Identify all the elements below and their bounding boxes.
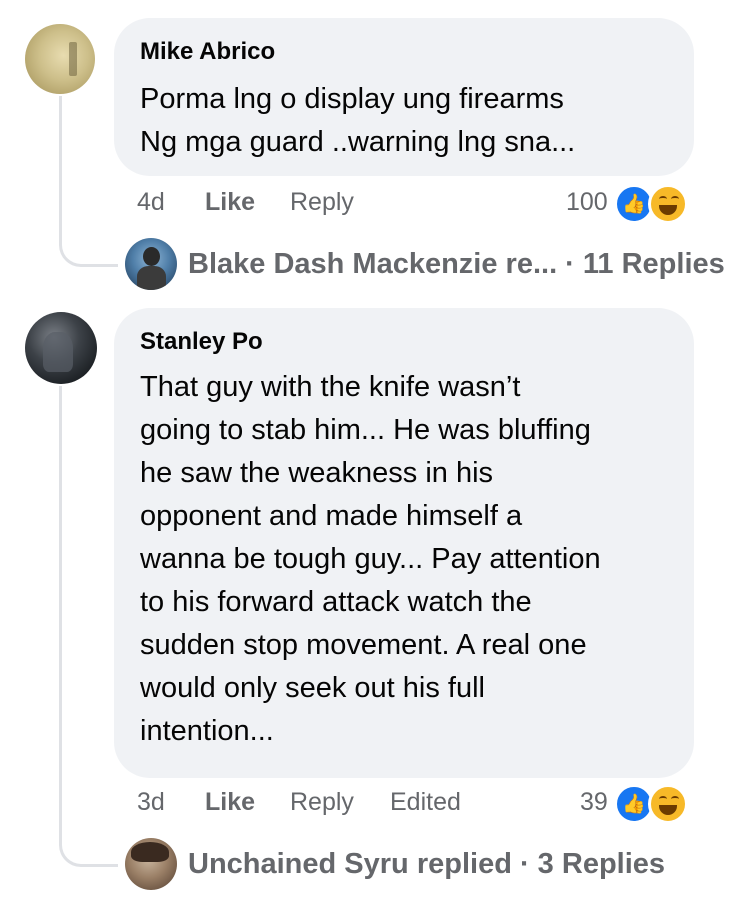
comment-line: would only seek out his full xyxy=(140,672,485,704)
comment-timestamp[interactable]: 4d xyxy=(137,188,165,217)
haha-icon xyxy=(648,784,688,824)
comment-line: That guy with the knife wasn’t xyxy=(140,371,521,403)
avatar-mike-abrico[interactable] xyxy=(25,24,95,94)
comment-line: sudden stop movement. A real one xyxy=(140,629,587,661)
comment-line: Porma lng o display ung firearms xyxy=(140,83,564,115)
comment-line: he saw the weakness in his xyxy=(140,457,494,489)
reply-thread-line xyxy=(59,96,118,267)
comment-timestamp[interactable]: 3d xyxy=(137,788,165,817)
avatar-stanley-po[interactable] xyxy=(25,312,97,384)
comment-line: opponent and made himself a xyxy=(140,500,523,532)
reaction-count[interactable]: 100 xyxy=(566,188,608,217)
comment-line: wanna be tough guy... Pay attention xyxy=(140,543,601,575)
comment-text: That guy with the knife wasn’t going to … xyxy=(140,366,601,753)
reply-button[interactable]: Reply xyxy=(290,188,354,217)
comment-text: Porma lng o display ung firearms Ng mga … xyxy=(140,78,575,164)
reaction-count[interactable]: 39 xyxy=(580,788,608,817)
comment-line: Ng mga guard ..warning lng sna... xyxy=(140,126,576,158)
reply-avatar[interactable] xyxy=(125,238,177,290)
comment-bubble: Mike Abrico Porma lng o display ung fire… xyxy=(114,18,694,176)
reply-thread-line xyxy=(59,386,118,867)
view-replies-link[interactable]: Unchained Syru replied · 3 Replies xyxy=(188,848,665,881)
like-button[interactable]: Like xyxy=(205,188,255,217)
view-replies-link[interactable]: Blake Dash Mackenzie re... · 11 Replies xyxy=(188,248,725,281)
comment-author[interactable]: Mike Abrico xyxy=(140,38,275,66)
reply-avatar[interactable] xyxy=(125,838,177,890)
avatar-image xyxy=(43,332,73,372)
avatar-image xyxy=(69,42,77,76)
comment-line: to his forward attack watch the xyxy=(140,586,532,618)
comment-author[interactable]: Stanley Po xyxy=(140,328,263,356)
comment-line: intention... xyxy=(140,715,274,747)
comment-bubble: Stanley Po That guy with the knife wasn’… xyxy=(114,308,694,778)
haha-icon xyxy=(648,184,688,224)
comment-line: going to stab him... He was bluffing xyxy=(140,414,591,446)
reply-button[interactable]: Reply xyxy=(290,788,354,817)
edited-label[interactable]: Edited xyxy=(390,788,461,817)
like-button[interactable]: Like xyxy=(205,788,255,817)
